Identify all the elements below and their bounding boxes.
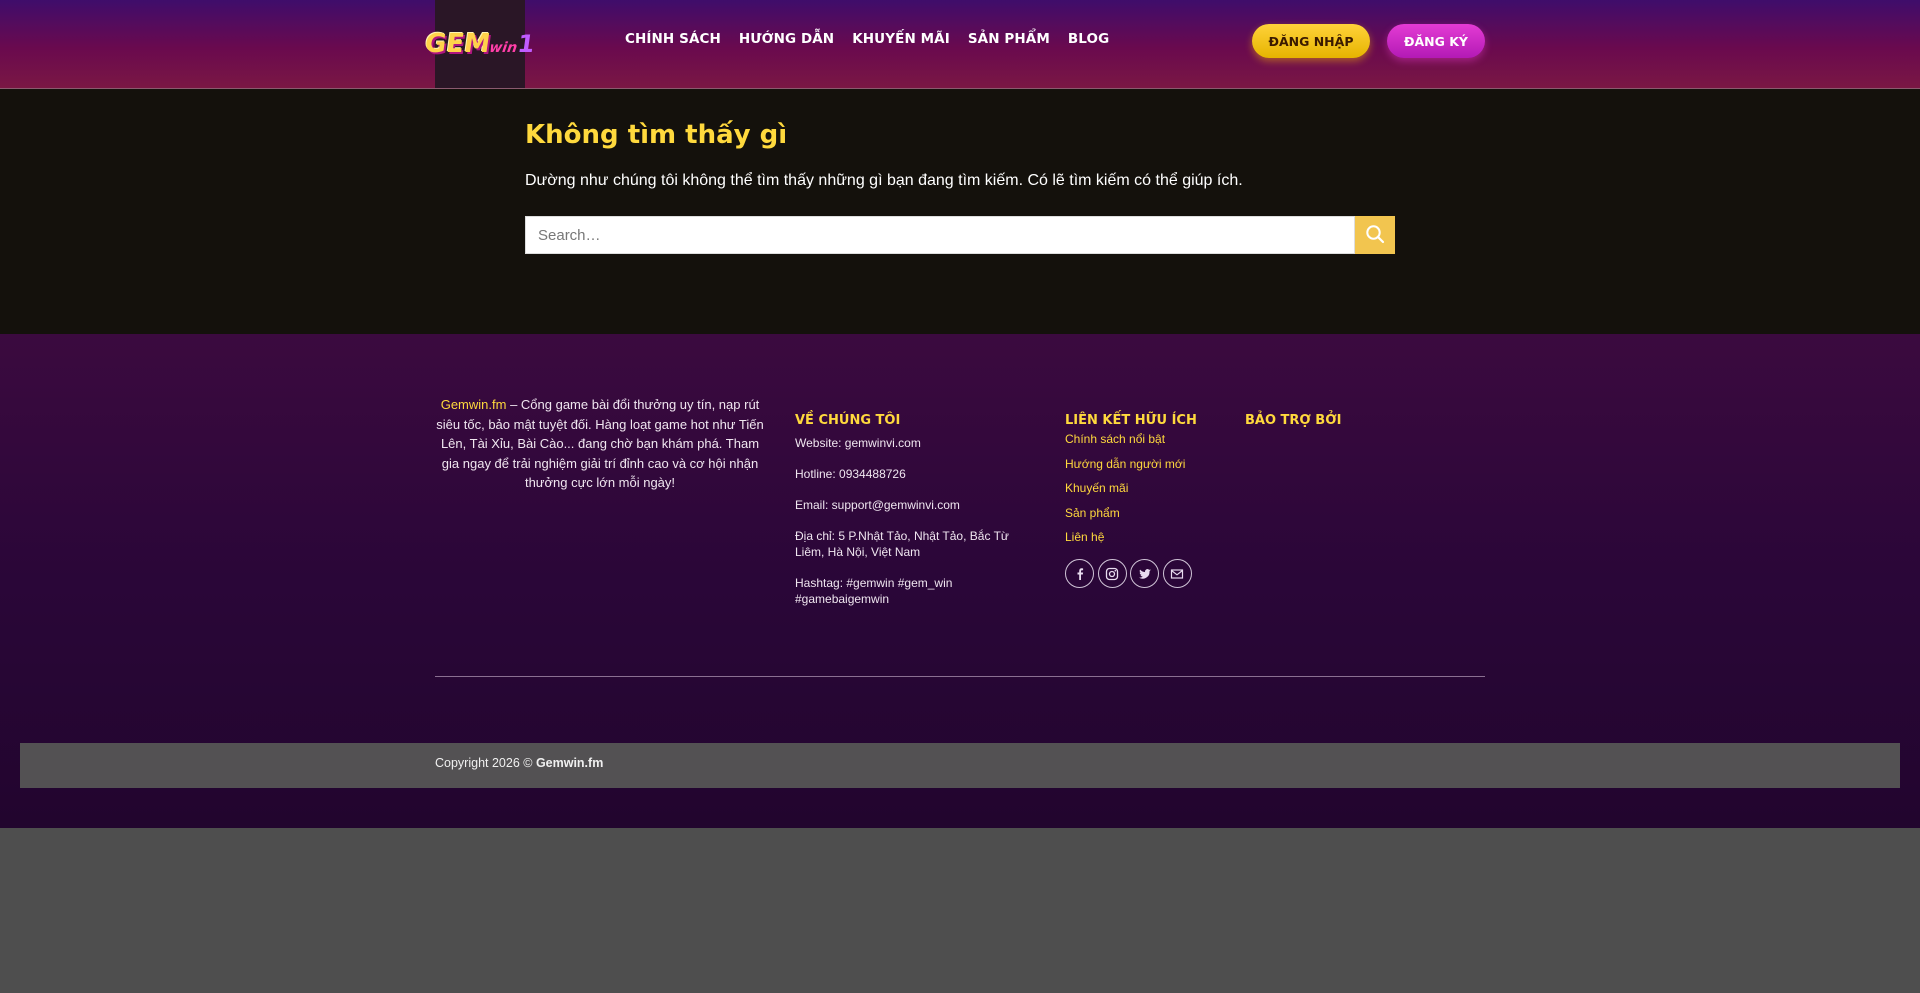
copyright-prefix: Copyright 2026 © [435,756,536,770]
nav-chinh-sach[interactable]: CHÍNH SÁCH [625,31,721,47]
footer-divider [435,676,1485,677]
register-button[interactable]: ĐĂNG KÝ [1387,24,1485,58]
search-button[interactable] [1355,216,1395,254]
sponsor-heading: BẢO TRỢ BỞI [1245,413,1342,428]
about-text: Gemwin.fm – Cổng game bài đổi thưởng uy … [435,395,765,493]
footer-address: Địa chỉ: 5 P.Nhật Tảo, Nhật Tảo, Bắc Từ … [795,529,1009,559]
link-khuyen-mai[interactable]: Khuyến mãi [1065,481,1185,506]
copyright-brand: Gemwin.fm [535,756,604,770]
footer-website: Website: gemwinvi.com [795,436,921,450]
nav-blog[interactable]: BLOG [1068,31,1109,47]
useful-links-list: Chính sách nổi bật Hướng dẫn người mới K… [1065,432,1185,555]
nav-huong-dan[interactable]: HƯỚNG DẪN [739,31,834,47]
twitter-icon[interactable] [1130,559,1159,588]
copyright-text: Copyright 2026 © Gemwin.fm [435,756,603,770]
link-lien-he[interactable]: Liên hệ [1065,530,1185,555]
instagram-icon[interactable] [1097,559,1127,588]
footer-hashtag: Hashtag: #gemwin #gem_win #gamebaigemwin [795,576,953,606]
nav-khuyen-mai[interactable]: KHUYẾN MÃI [852,31,950,47]
logo-mark: GEMwin1 [423,29,537,59]
about-brand-link[interactable]: Gemwin.fm [441,397,507,412]
link-huong-dan-nguoi-moi[interactable]: Hướng dẫn người mới [1065,457,1185,482]
main-content [0,89,1920,334]
nav-san-pham[interactable]: SẢN PHẨM [968,31,1050,47]
about-us-heading: VỀ CHÚNG TÔI [795,413,901,428]
facebook-icon[interactable] [1065,559,1094,588]
site-header: GEMwin1 CHÍNH SÁCH HƯỚNG DẪN KHUYẾN MÃI … [0,0,1920,89]
main-nav: CHÍNH SÁCH HƯỚNG DẪN KHUYẾN MÃI SẢN PHẨM… [625,31,1109,47]
social-icons [1065,559,1192,588]
gemwin-logo[interactable]: GEMwin1 [423,0,537,88]
email-icon[interactable] [1162,559,1192,588]
footer-email: Email: support@gemwinvi.com [795,498,960,512]
not-found-description: Dường như chúng tôi không thể tìm thấy n… [525,172,1243,189]
page-title: Không tìm thấy gì [525,120,788,150]
useful-links-heading: LIÊN KẾT HỮU ÍCH [1065,413,1197,428]
footer-hotline: Hotline: 0934488726 [795,467,906,481]
copyright-bar [20,743,1900,788]
search-input[interactable] [525,216,1355,254]
search-icon [1365,224,1385,247]
link-san-pham[interactable]: Sản phẩm [1065,506,1185,531]
link-chinh-sach-noi-bat[interactable]: Chính sách nổi bật [1065,432,1185,457]
login-button[interactable]: ĐĂNG NHẬP [1252,24,1370,58]
